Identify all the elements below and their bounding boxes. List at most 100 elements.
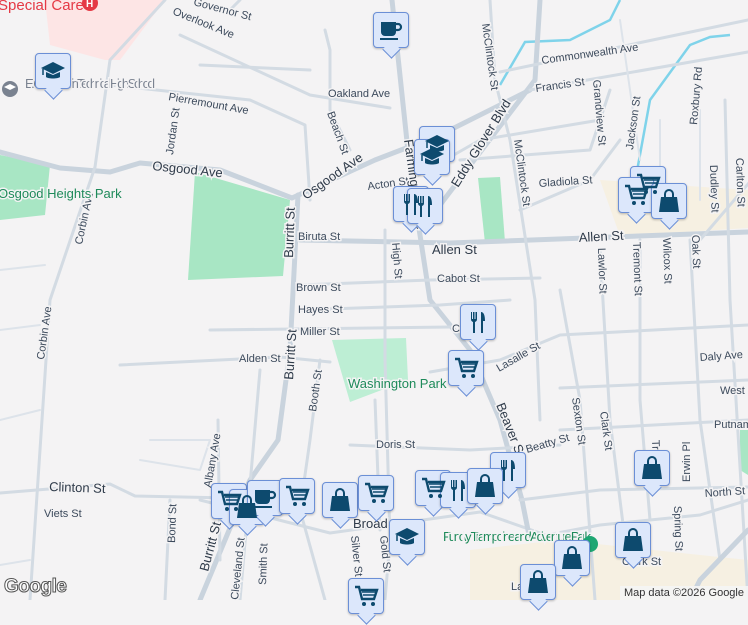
- marker-shopping-cart[interactable]: [358, 475, 394, 511]
- label-allen-st-2: Allen St: [578, 228, 624, 245]
- marker-shopping-bag[interactable]: [467, 468, 503, 504]
- shopping-bag-icon: [525, 569, 551, 595]
- label-mcclintock-st: McClintock St: [479, 23, 500, 91]
- fork-knife-icon: [465, 309, 491, 335]
- shopping-bag-icon: [639, 455, 665, 481]
- washington-park: [332, 338, 408, 402]
- marker-restaurant[interactable]: [407, 188, 443, 224]
- label-allen-st: Allen St: [432, 242, 477, 257]
- label-erwin-pl: Erwin Pl: [681, 442, 693, 482]
- marker-school[interactable]: [35, 53, 71, 89]
- label-wilcox-st: Wilcox St: [660, 238, 674, 284]
- marker-school[interactable]: [414, 139, 450, 175]
- svg-text:H: H: [86, 0, 93, 10]
- label-west-st: West St: [720, 385, 748, 397]
- fork-knife-icon: [412, 193, 438, 219]
- label-hayes-st: Hayes St: [298, 304, 343, 316]
- shopping-bag-icon: [656, 188, 682, 214]
- marker-restaurant[interactable]: [440, 472, 476, 508]
- label-roxbury-rd: Roxbury Rd: [688, 66, 705, 125]
- google-logo: Google: [3, 576, 67, 598]
- shopping-cart-icon: [363, 480, 389, 506]
- shopping-cart-icon: [623, 182, 649, 208]
- marker-shopping-bag[interactable]: [322, 482, 358, 518]
- label-burritt-st: Burritt St: [281, 207, 298, 258]
- label-oak-st: Oak St: [689, 235, 702, 269]
- marker-shopping-bag[interactable]: [634, 450, 670, 486]
- label-dudley-st: Dudley St: [707, 165, 721, 213]
- label-special-care: Special Care: [0, 0, 84, 14]
- label-clinton-st: Clinton St: [49, 479, 106, 496]
- shopping-cart-icon: [284, 483, 310, 509]
- label-cabot-st: Cabot St: [437, 273, 480, 285]
- marker-coffee[interactable]: [373, 12, 409, 48]
- marker-shopping-cart[interactable]: [279, 478, 315, 514]
- shopping-bag-icon: [620, 527, 646, 553]
- school-poi-icon[interactable]: [2, 81, 18, 97]
- label-carlton-st: Carlton St: [733, 158, 747, 207]
- label-spring-st: Spring St: [671, 506, 685, 552]
- label-viets-st: Viets St: [44, 508, 82, 520]
- label-beatty-st: Beatty St: [525, 432, 571, 456]
- shopping-cart-icon: [453, 355, 479, 381]
- label-north-st: North St: [704, 485, 745, 500]
- label-putnam: Putnam: [714, 419, 748, 431]
- label-high-st: High St: [389, 242, 404, 279]
- shopping-bag-icon: [327, 487, 353, 513]
- label-osgood-ave: Osgood Ave: [152, 158, 224, 180]
- label-tremont-st: Tremont St: [630, 242, 644, 296]
- label-lawlor-st: Lawlor St: [595, 248, 609, 294]
- coffee-icon: [378, 17, 404, 43]
- label-clark-st: Clark St: [597, 411, 614, 451]
- label-grandview-st: Grandview St: [590, 79, 608, 146]
- marker-shopping-bag[interactable]: [554, 540, 590, 576]
- label-jordan-st: Jordan St: [164, 107, 182, 155]
- label-washington-park[interactable]: Washington Park: [347, 375, 449, 393]
- shopping-cart-icon: [420, 475, 446, 501]
- marker-school[interactable]: [389, 519, 425, 555]
- label-alden-st: Alden St: [239, 353, 281, 365]
- shopping-bag-icon: [472, 473, 498, 499]
- shopping-bag-icon: [559, 545, 585, 571]
- school-icon: [40, 58, 66, 84]
- marker-coffee[interactable]: [247, 480, 283, 516]
- label-smith-st: Smith St: [257, 543, 270, 585]
- label-biruta-st: Biruta St: [298, 231, 340, 243]
- label-corbin-ave-2: Corbin Ave: [35, 306, 54, 361]
- label-burritt-st-2: Burritt St: [281, 328, 300, 380]
- label-oakland-ave: Oakland Ave: [328, 88, 390, 100]
- label-beach-st: Beach St: [324, 110, 351, 156]
- label-brown-st: Brown St: [296, 282, 341, 294]
- park-eddy: [478, 177, 505, 243]
- label-jackson-st: Jackson St: [624, 95, 643, 150]
- label-miller-st: Miller St: [300, 326, 340, 338]
- coffee-icon: [252, 485, 278, 511]
- label-booth-st: Booth St: [307, 369, 325, 412]
- marker-restaurant[interactable]: [460, 304, 496, 340]
- map-attribution[interactable]: Map data ©2026 Google: [619, 586, 748, 600]
- label-sexton-st: Sexton St: [569, 397, 588, 446]
- marker-shopping-cart[interactable]: [348, 578, 384, 614]
- label-osgood-heights-park[interactable]: Osgood Heights Park: [0, 185, 124, 203]
- school-icon: [419, 144, 445, 170]
- label-cleveland-st: Cleveland St: [229, 537, 247, 600]
- marker-shopping-bag[interactable]: [520, 564, 556, 600]
- label-commonwealth-ave: Commonwealth Ave: [541, 42, 639, 67]
- marker-shopping-cart[interactable]: [618, 177, 654, 213]
- fork-knife-icon: [495, 457, 521, 483]
- label-silver-st: Silver St: [348, 535, 364, 577]
- label-doris-st: Doris St: [376, 439, 415, 451]
- marker-shopping-bag[interactable]: [615, 522, 651, 558]
- label-eddy-glover-blvd: Eddy Glover Blvd: [448, 96, 514, 189]
- school-icon: [394, 524, 420, 550]
- park-burritt: [188, 172, 290, 280]
- label-gladiola-st: Gladiola St: [538, 174, 593, 190]
- river: [498, 0, 622, 86]
- label-daly-ave: Daly Ave: [699, 349, 743, 364]
- label-bond-st: Bond St: [166, 504, 179, 544]
- marker-shopping-bag[interactable]: [651, 183, 687, 219]
- shopping-cart-icon: [353, 583, 379, 609]
- label-francis-st: Francis St: [535, 76, 586, 95]
- marker-shopping-cart[interactable]: [448, 350, 484, 386]
- fork-knife-icon: [445, 477, 471, 503]
